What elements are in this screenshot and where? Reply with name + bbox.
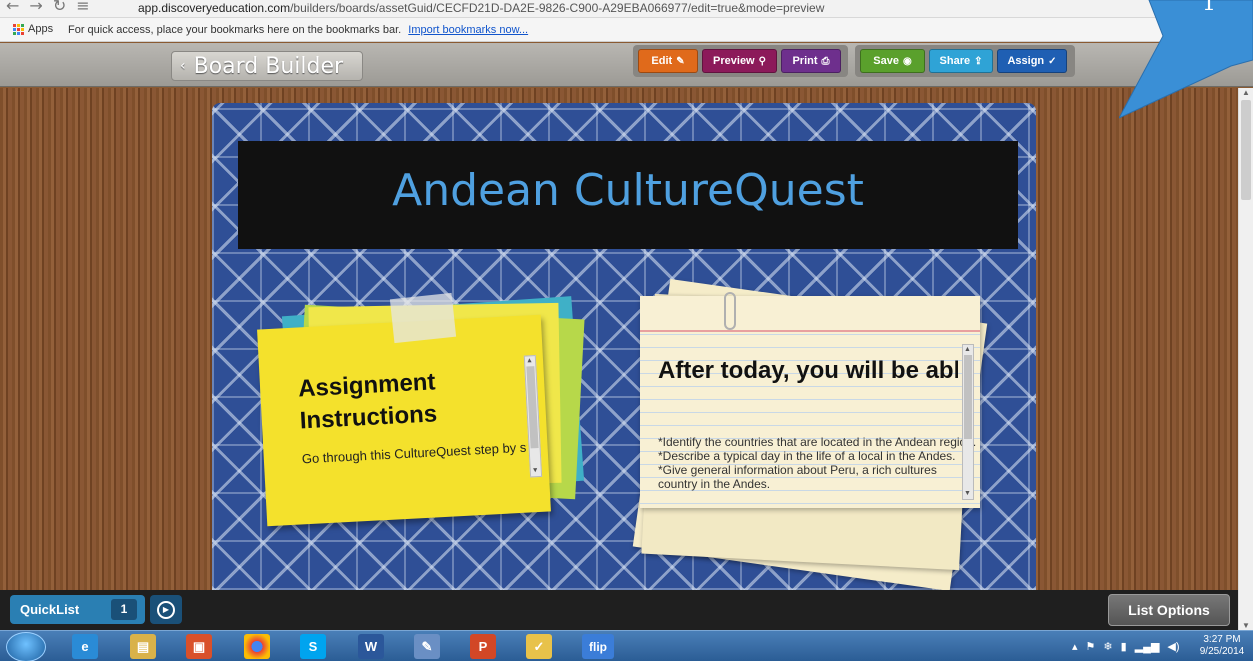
bookmarks-bar: Apps For quick access, place your bookma…	[0, 18, 1253, 42]
start-button[interactable]	[6, 632, 46, 661]
share-label: Share	[939, 55, 971, 67]
scroll-up-icon[interactable]: ▲	[526, 357, 533, 365]
share-button[interactable]: Share ⇪	[929, 49, 993, 73]
board-builder-header: ‹ Board Builder Edit ✎ Preview ⚲ Print ⎙ Sa…	[0, 43, 1253, 87]
tape-strip	[389, 292, 457, 344]
flag-icon[interactable]: ⚑	[1086, 640, 1096, 653]
media-player-icon[interactable]: ▣	[186, 634, 212, 659]
bookmarks-hint: For quick access, place your bookmarks h…	[68, 24, 528, 36]
note-scroll-thumb[interactable]	[526, 366, 539, 449]
folder-icon[interactable]: ▤	[130, 634, 156, 659]
globe-icon: ◉	[902, 55, 912, 67]
tray-chevron-icon[interactable]: ▴	[1072, 640, 1078, 653]
print-label: Print	[792, 55, 818, 67]
preview-button[interactable]: Preview ⚲	[702, 49, 777, 73]
scroll-down-icon[interactable]: ▼	[964, 490, 971, 498]
windows-taskbar: e ▤ ▣ S W ✎ P ✓ flip ▴ ⚑ ❄ ▮ ▂▄▆ ◀) 3:27…	[0, 630, 1253, 661]
url-text[interactable]: app.discoveryeducation.com/builders/boar…	[138, 1, 824, 15]
network-icon[interactable]: ❄	[1103, 640, 1112, 653]
ie-icon[interactable]: e	[72, 634, 98, 659]
printer-icon: ⎙	[821, 55, 830, 67]
assign-icon: ✓	[1048, 55, 1057, 67]
chevron-left-icon: ‹	[180, 58, 186, 74]
clock-time: 3:27 PM	[1203, 634, 1241, 645]
system-tray: ▴ ⚑ ❄ ▮ ▂▄▆ ◀)	[1072, 631, 1180, 661]
notes-icon[interactable]: ✓	[526, 634, 552, 659]
save-label: Save	[873, 55, 899, 67]
list-options-button[interactable]: List Options	[1108, 594, 1230, 626]
objectives-card[interactable]: After today, you will be able to... *Ide…	[640, 296, 980, 508]
card-body: *Identify the countries that are located…	[658, 435, 977, 491]
print-button[interactable]: Print ⎙	[781, 49, 841, 73]
board-title: Andean CultureQuest	[392, 165, 864, 216]
taskbar-clock[interactable]: 3:27 PM 9/25/2014	[1196, 634, 1248, 658]
assign-label: Assign	[1007, 55, 1045, 67]
scroll-down-icon[interactable]: ▼	[532, 467, 539, 475]
apps-shortcut[interactable]: Apps	[13, 23, 53, 35]
power-icon[interactable]: ▮	[1121, 640, 1127, 653]
edit-button[interactable]: Edit ✎	[638, 49, 698, 73]
import-bookmarks-link[interactable]: Import bookmarks now...	[408, 24, 528, 36]
page-scrollbar[interactable]: ▲ ▼	[1238, 88, 1253, 630]
preview-label: Preview	[713, 55, 755, 67]
quicklist-button[interactable]: QuickList 1	[10, 595, 145, 624]
quicklist-label: QuickList	[20, 602, 80, 617]
skype-icon[interactable]: S	[300, 634, 326, 659]
note-heading: Assignment Instructions	[297, 368, 438, 435]
save-button[interactable]: Save ◉	[860, 49, 925, 73]
card-heading: After today, you will be able to...	[658, 357, 958, 384]
quicklist-bar: QuickList 1 ▶ List Options	[0, 590, 1238, 630]
card-scroll-thumb[interactable]	[964, 355, 972, 439]
play-button[interactable]: ▶	[150, 595, 182, 624]
assignment-instructions-note[interactable]: Assignment Instructions Go through this …	[257, 314, 551, 527]
magnifier-icon: ⚲	[758, 55, 766, 67]
address-bar[interactable]: ←→↻≡ app.discoveryeducation.com/builders…	[0, 0, 1253, 18]
play-icon: ▶	[157, 600, 175, 619]
board-builder-logo: Board Builder	[193, 53, 344, 79]
word-icon[interactable]: W	[358, 634, 384, 659]
pencil-icon: ✎	[676, 55, 685, 67]
board-builder-back-button[interactable]: ‹ Board Builder	[171, 51, 363, 81]
clock-date: 9/25/2014	[1199, 646, 1245, 657]
paperclip-icon	[724, 292, 736, 330]
edit-label: Edit	[651, 55, 673, 67]
powerpoint-icon[interactable]: P	[470, 634, 496, 659]
share-tools-group: Save ◉ Share ⇪ Assign ✓	[855, 45, 1075, 77]
board-title-box: Andean CultureQuest	[238, 141, 1018, 249]
apps-label: Apps	[28, 23, 54, 35]
scroll-down-icon[interactable]: ▼	[1242, 621, 1250, 630]
apps-grid-icon	[13, 23, 24, 35]
flip-icon[interactable]: flip	[582, 634, 614, 659]
bookmarks-hint-text: For quick access, place your bookmarks h…	[68, 24, 402, 36]
callout-arrow: 1	[1119, 0, 1253, 119]
share-icon: ⇪	[974, 55, 983, 67]
signal-icon[interactable]: ▂▄▆	[1135, 640, 1160, 653]
assign-button[interactable]: Assign ✓	[997, 49, 1067, 73]
paint-icon[interactable]: ✎	[414, 634, 440, 659]
scroll-up-icon[interactable]: ▲	[964, 346, 971, 354]
card-scrollbar[interactable]: ▲ ▼	[962, 344, 974, 500]
browser-nav-icons[interactable]: ←→↻≡	[6, 0, 100, 15]
quicklist-count: 1	[111, 599, 137, 620]
volume-icon[interactable]: ◀)	[1167, 640, 1179, 653]
callout-number: 1	[1202, 0, 1216, 16]
chrome-icon[interactable]	[244, 634, 270, 659]
edit-tools-group: Edit ✎ Preview ⚲ Print ⎙	[633, 45, 848, 77]
note-body: Go through this CultureQuest step by ste…	[301, 439, 528, 467]
